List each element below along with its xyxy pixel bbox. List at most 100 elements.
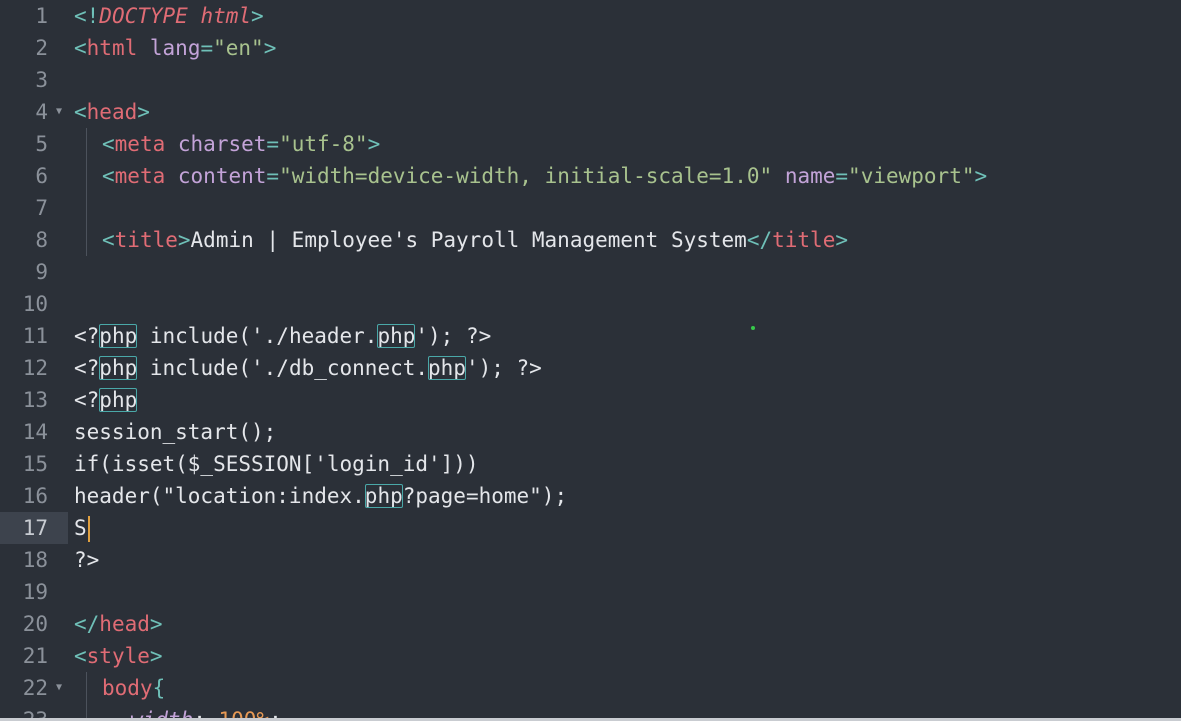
code-line[interactable]: 1 <!DOCTYPE html> (0, 0, 1181, 32)
selector-token: body (102, 676, 153, 700)
line-number: 18 (22, 548, 48, 572)
text-cursor (87, 516, 90, 542)
line-number: 7 (35, 196, 48, 220)
code-text: S (74, 516, 87, 540)
code-line[interactable]: 22 ▼ body{ (0, 672, 1181, 704)
code-line[interactable]: 15 if(isset($_SESSION['login_id'])) (0, 448, 1181, 480)
tag-token: meta (114, 132, 166, 156)
code-line[interactable]: 13 <?php (0, 384, 1181, 416)
tag-token: style (86, 644, 150, 668)
code-line[interactable]: 4 ▼ <head> (0, 96, 1181, 128)
bracket-token: > (974, 164, 988, 188)
line-number: 9 (35, 260, 48, 284)
bracket-token: < (74, 644, 87, 668)
line-content[interactable]: <?php include('./header.php'); ?> (74, 320, 491, 352)
line-content[interactable]: <head> (74, 96, 150, 128)
indent-guide (86, 128, 87, 160)
code-line[interactable]: 5 <meta charset="utf-8"> (0, 128, 1181, 160)
tag-token: meta (114, 164, 166, 188)
bracket-token: > (835, 228, 848, 252)
line-content[interactable]: if(isset($_SESSION['login_id'])) (74, 448, 479, 480)
code-line[interactable]: 14 session_start(); (0, 416, 1181, 448)
code-line[interactable]: 9 (0, 256, 1181, 288)
bracket-token: <! (74, 4, 100, 28)
code-line[interactable]: 8 <title>Admin | Employee's Payroll Mana… (0, 224, 1181, 256)
fold-arrow-icon[interactable]: ▼ (53, 672, 65, 704)
line-content[interactable]: S (74, 512, 90, 544)
equals-token: = (266, 164, 280, 188)
match-highlight: php (364, 484, 403, 508)
line-content[interactable]: <html lang="en"> (74, 32, 276, 64)
bracket-token: > (367, 132, 381, 156)
code-line[interactable]: 6 <meta content="width=device-width, ini… (0, 160, 1181, 192)
match-highlight: php (99, 388, 138, 412)
code-line[interactable]: 3 (0, 64, 1181, 96)
code-line[interactable]: 19 (0, 576, 1181, 608)
code-line-active[interactable]: 17 S (0, 512, 1181, 544)
string-token: "en" (213, 36, 264, 60)
bracket-token: > (149, 644, 163, 668)
line-number: 6 (35, 164, 48, 188)
line-number: 2 (35, 36, 48, 60)
bracket-token: > (263, 36, 277, 60)
bracket-token: > (149, 612, 163, 636)
tag-token: title (772, 228, 836, 252)
line-number: 8 (35, 228, 48, 252)
code-line[interactable]: 21 <style> (0, 640, 1181, 672)
equals-token: = (266, 132, 280, 156)
bracket-token: > (137, 100, 150, 124)
line-number: 16 (22, 484, 48, 508)
line-content[interactable]: body{ (102, 672, 165, 704)
code-line[interactable]: 2 <html lang="en"> (0, 32, 1181, 64)
line-number: 14 (22, 420, 48, 444)
line-number: 19 (22, 580, 48, 604)
code-text: ?page=home"); (402, 484, 568, 508)
tag-token: title (114, 228, 178, 252)
bracket-token: </ (746, 228, 773, 252)
code-editor[interactable]: 1 <!DOCTYPE html> 2 <html lang="en"> 3 4… (0, 0, 1181, 721)
doctype-token: DOCTYPE html (99, 4, 252, 28)
line-number: 20 (22, 612, 48, 636)
attribute-token: charset (177, 132, 267, 156)
line-number: 1 (35, 4, 48, 28)
php-open-token: <? (74, 324, 100, 348)
match-highlight: php (99, 356, 138, 380)
line-content[interactable]: <meta content="width=device-width, initi… (102, 160, 987, 192)
line-content[interactable]: <style> (74, 640, 163, 672)
tag-token: html (86, 36, 138, 60)
attribute-token: lang (149, 36, 201, 60)
status-dot (751, 326, 755, 330)
indent-guide (86, 224, 87, 256)
code-line[interactable]: 7 (0, 192, 1181, 224)
line-content[interactable]: ?> (74, 544, 99, 576)
code-line[interactable]: 16 header("location:index.php?page=home"… (0, 480, 1181, 512)
fold-arrow-icon[interactable]: ▼ (53, 96, 65, 128)
line-number: 5 (35, 132, 48, 156)
indent-guide (86, 192, 87, 224)
line-content[interactable]: session_start(); (74, 416, 276, 448)
bracket-token: < (102, 164, 115, 188)
line-number: 21 (22, 644, 48, 668)
line-content[interactable]: <?php (74, 384, 138, 416)
bracket-token: < (74, 100, 87, 124)
line-content[interactable]: header("location:index.php?page=home"); (74, 480, 567, 512)
line-content[interactable]: <?php include('./db_connect.php'); ?> (74, 352, 542, 384)
code-line[interactable]: 20 </head> (0, 608, 1181, 640)
attribute-token: name (784, 164, 836, 188)
code-text: include('./header. (137, 324, 378, 348)
string-token: "utf-8" (279, 132, 368, 156)
match-highlight: php (428, 356, 466, 380)
code-line[interactable]: 10 (0, 288, 1181, 320)
code-line[interactable]: 11 <?php include('./header.php'); ?> (0, 320, 1181, 352)
line-content[interactable]: <meta charset="utf-8"> (102, 128, 380, 160)
code-line[interactable]: 18 ?> (0, 544, 1181, 576)
code-line[interactable]: 12 <?php include('./db_connect.php'); ?> (0, 352, 1181, 384)
code-text: '); ?> (415, 324, 492, 348)
bracket-token: </ (74, 612, 100, 636)
line-number: 15 (22, 452, 48, 476)
code-text: '); ?> (465, 356, 542, 380)
match-highlight: php (99, 324, 138, 348)
line-content[interactable]: <title>Admin | Employee's Payroll Manage… (102, 224, 848, 256)
line-content[interactable]: </head> (74, 608, 163, 640)
line-content[interactable]: <!DOCTYPE html> (74, 0, 264, 32)
